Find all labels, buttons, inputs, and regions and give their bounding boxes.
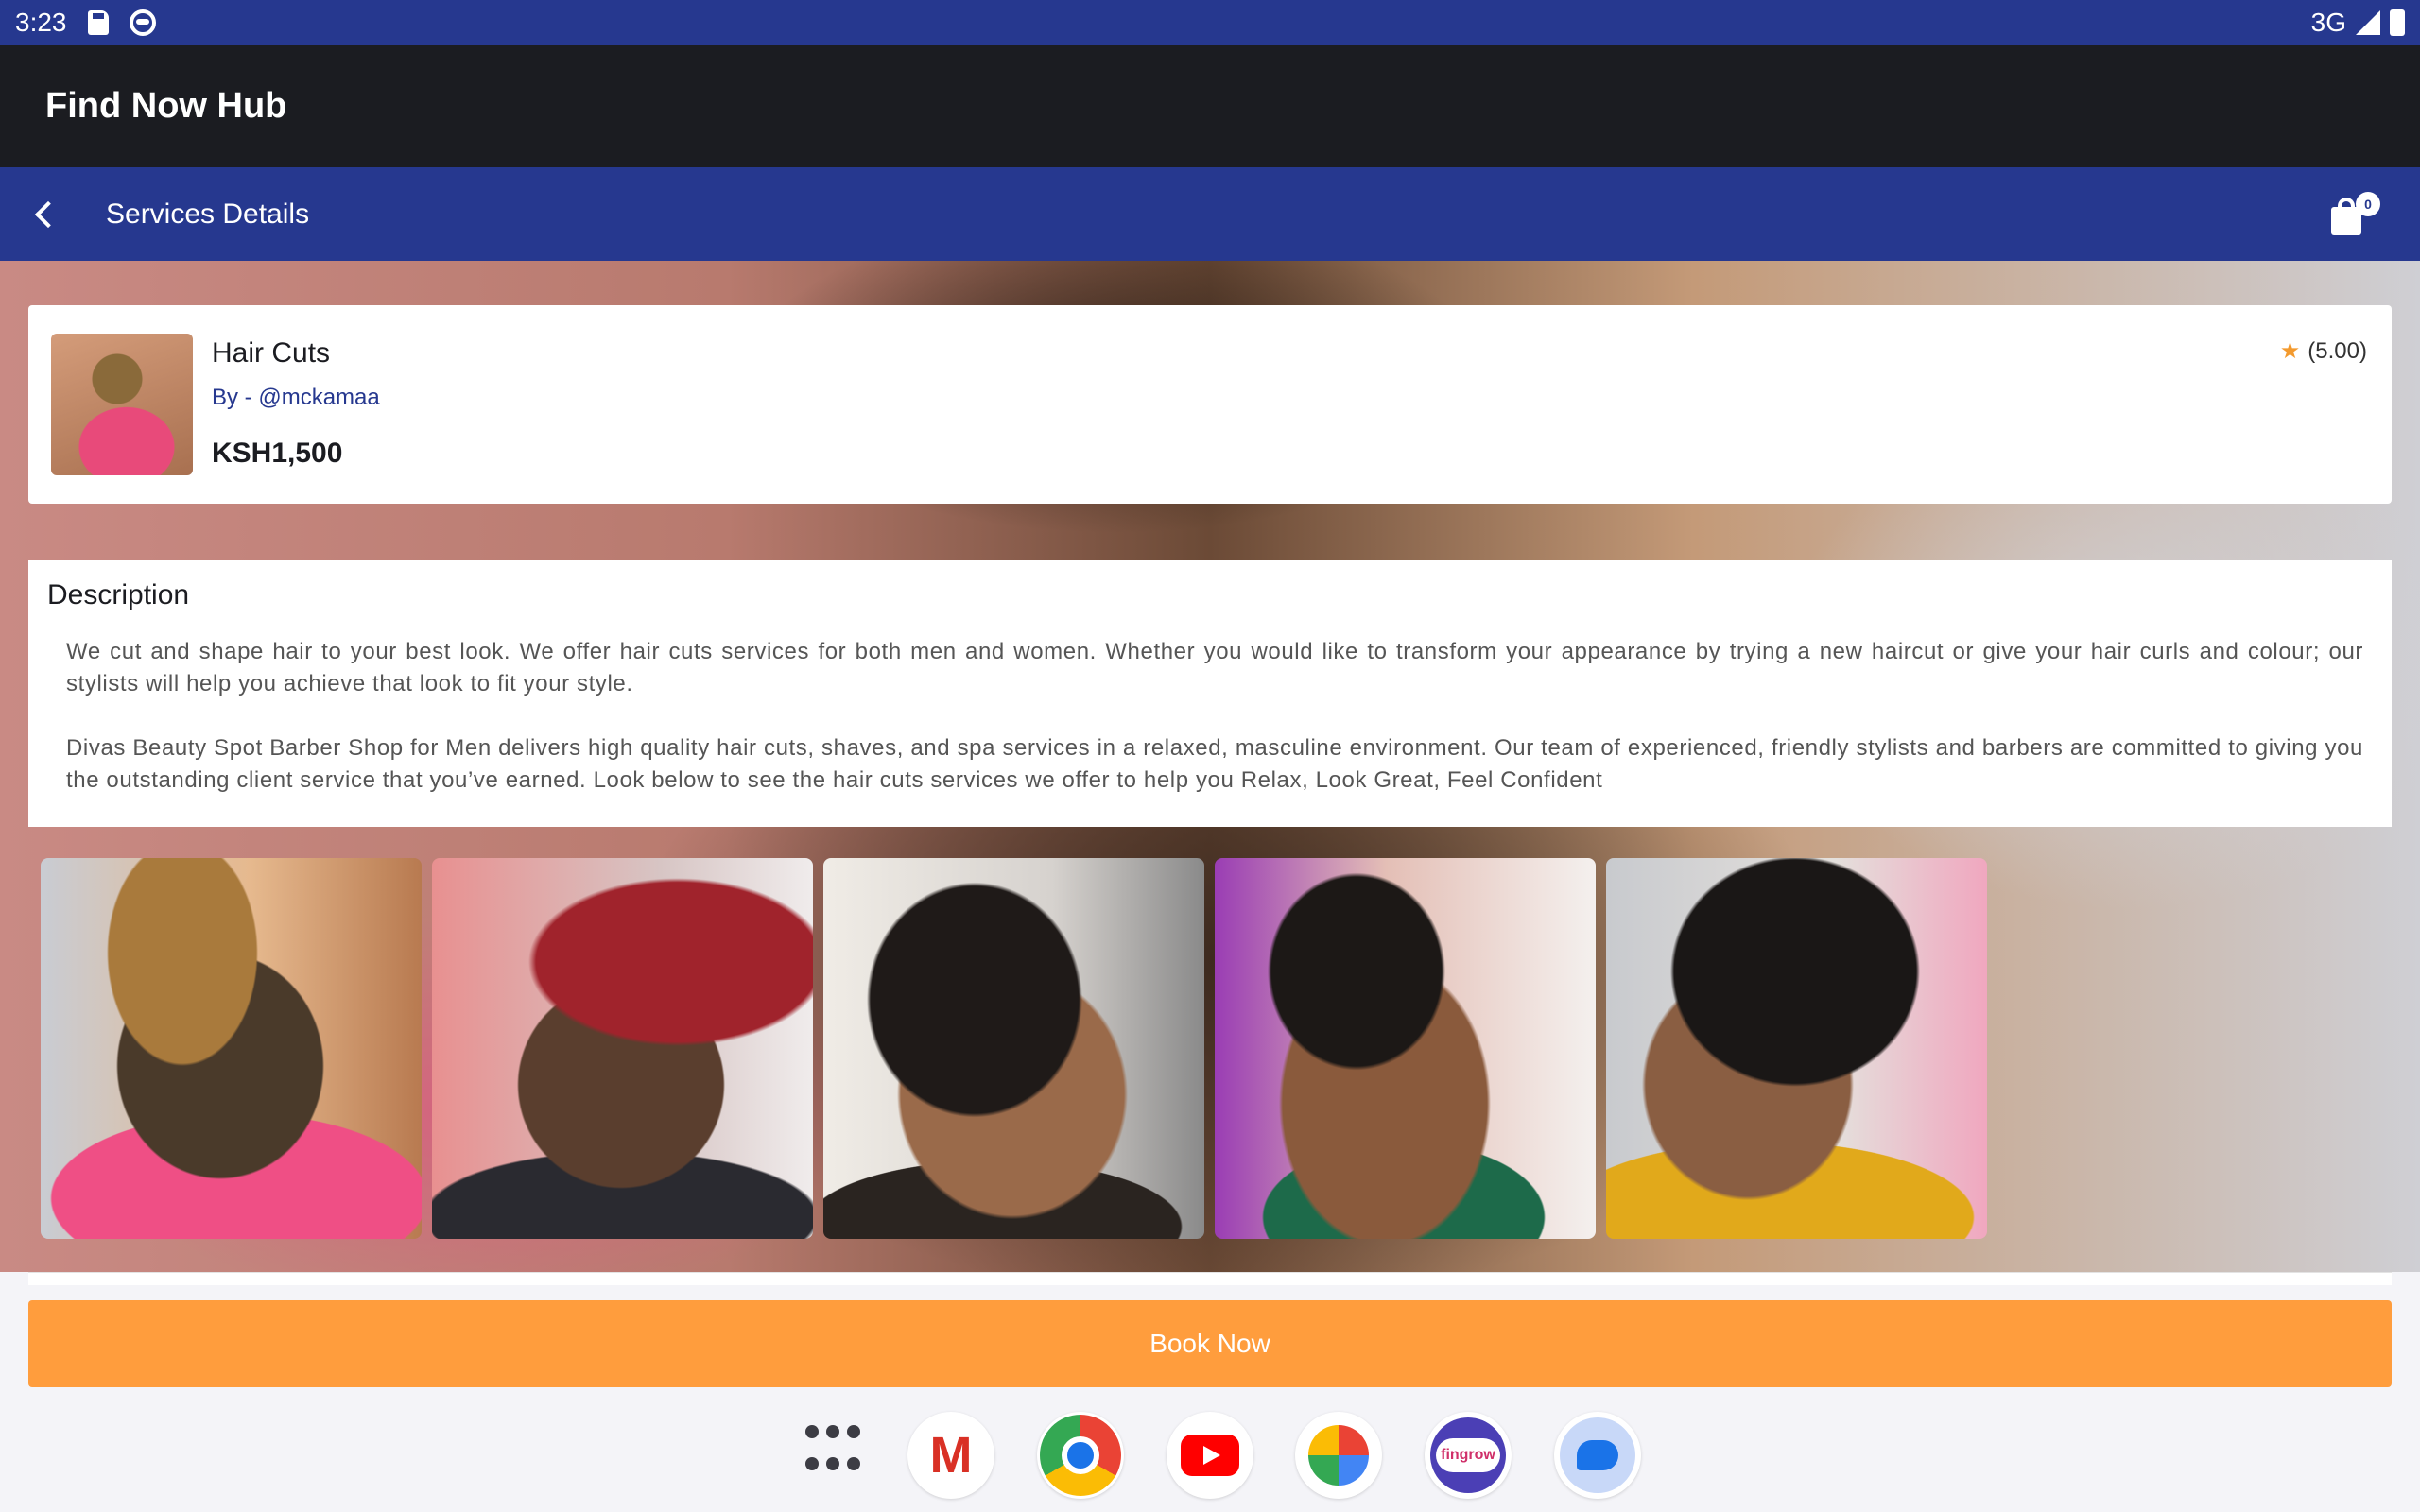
chrome-app-icon[interactable] (1037, 1412, 1124, 1499)
app-bar: Find Now Hub (0, 45, 2420, 167)
gallery-photo[interactable] (1215, 858, 1596, 1239)
sd-card-icon (87, 10, 109, 35)
network-type: 3G (2310, 8, 2346, 37)
service-price: KSH1,500 (212, 438, 343, 469)
description-body: We cut and shape hair to your best look.… (66, 636, 2363, 797)
nav-header: Services Details 0 (0, 167, 2420, 261)
description-paragraph: Divas Beauty Spot Barber Shop for Men de… (66, 735, 2363, 793)
page-title: Services Details (106, 198, 310, 230)
youtube-app-icon[interactable] (1167, 1412, 1253, 1499)
signal-icon (2356, 10, 2380, 35)
chevron-left-icon (34, 200, 62, 228)
service-title: Hair Cuts (212, 337, 331, 369)
service-rating: ★ (5.00) (2280, 337, 2367, 365)
gallery-photo[interactable] (432, 858, 813, 1239)
description-heading: Description (47, 579, 190, 610)
app-dock: M fingrow (0, 1399, 2420, 1512)
app-drawer-icon[interactable] (805, 1425, 862, 1482)
gallery-photo[interactable] (823, 858, 1204, 1239)
gallery-photo[interactable] (1606, 858, 1987, 1239)
book-now-button[interactable]: Book Now (28, 1300, 2392, 1387)
description-paragraph: We cut and shape hair to your best look.… (66, 639, 2363, 696)
photos-app-icon[interactable] (1295, 1412, 1382, 1499)
face-icon (129, 9, 156, 36)
fingrow-logo-text: fingrow (1436, 1438, 1500, 1472)
app-title: Find Now Hub (45, 86, 287, 126)
rating-value: (5.00) (2308, 337, 2367, 364)
battery-icon (2390, 9, 2405, 36)
description-card: Description We cut and shape hair to you… (28, 560, 2392, 827)
fingrow-app-icon[interactable]: fingrow (1425, 1412, 1512, 1499)
photo-gallery (41, 858, 1987, 1239)
next-section-edge (28, 1272, 2392, 1285)
gallery-photo[interactable] (41, 858, 422, 1239)
service-thumbnail (51, 334, 193, 475)
status-bar: 3:23 3G (0, 0, 2420, 45)
star-icon: ★ (2279, 338, 2301, 364)
cart-button[interactable]: 0 (2325, 192, 2382, 241)
service-summary-card: Hair Cuts By - @mckamaa KSH1,500 ★ (5.00… (28, 305, 2392, 504)
back-button[interactable] (0, 167, 91, 261)
service-provider-link[interactable]: By - @mckamaa (212, 385, 380, 411)
shopping-bag-body (2331, 207, 2361, 235)
status-time: 3:23 (15, 8, 67, 37)
messages-app-icon[interactable] (1554, 1412, 1641, 1499)
cart-count-badge: 0 (2356, 192, 2380, 216)
gmail-app-icon[interactable]: M (908, 1412, 994, 1499)
